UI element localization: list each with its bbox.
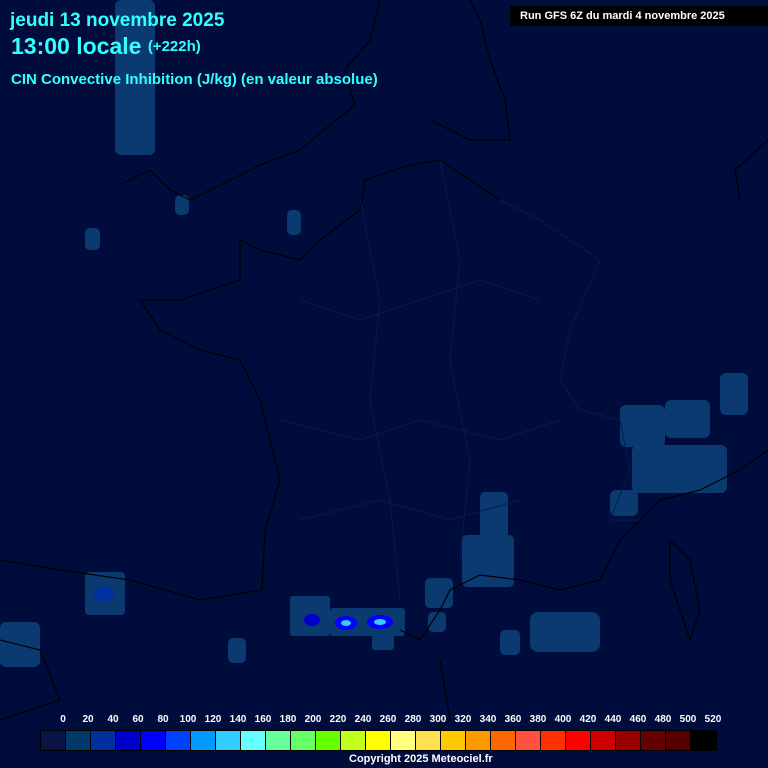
forecast-time: 13:00 locale (+222h) <box>11 33 201 60</box>
legend-swatch <box>591 731 616 750</box>
legend-swatch <box>541 731 566 750</box>
copyright: Copyright 2025 Meteociel.fr <box>349 753 493 765</box>
legend-label: 300 <box>429 714 447 725</box>
legend-swatch <box>566 731 591 750</box>
local-time: 13:00 locale <box>11 33 142 59</box>
legend-label: 440 <box>604 714 622 725</box>
cin-areas <box>0 0 748 667</box>
legend-swatch <box>416 731 441 750</box>
legend-label: 80 <box>157 714 169 725</box>
legend-label: 200 <box>304 714 322 725</box>
legend-swatch <box>641 731 666 750</box>
legend-label: 100 <box>179 714 197 725</box>
legend-label: 20 <box>82 714 94 725</box>
legend-swatch <box>666 731 691 750</box>
parameter-title: CIN Convective Inhibition (J/kg) (en val… <box>11 71 378 88</box>
legend-label: 420 <box>579 714 597 725</box>
legend-label: 280 <box>404 714 422 725</box>
legend-label: 120 <box>204 714 222 725</box>
legend-swatch <box>41 731 66 750</box>
legend-label: 500 <box>679 714 697 725</box>
legend-swatch <box>216 731 241 750</box>
legend-label: 40 <box>107 714 119 725</box>
color-legend <box>40 730 717 751</box>
legend-swatch <box>341 731 366 750</box>
legend-swatch <box>516 731 541 750</box>
legend-swatch <box>116 731 141 750</box>
legend-label: 220 <box>329 714 347 725</box>
forecast-date: jeudi 13 novembre 2025 <box>10 10 225 31</box>
legend-label: 60 <box>132 714 144 725</box>
borders <box>279 159 640 601</box>
legend-label: 460 <box>629 714 647 725</box>
legend-swatch <box>241 731 266 750</box>
legend-label: 240 <box>354 714 372 725</box>
legend-swatch <box>166 731 191 750</box>
legend-swatch <box>391 731 416 750</box>
legend-labels: 0 20 40 60 80 100 120 140 160 180 200 220 240 260 280 3… <box>40 714 722 726</box>
legend-swatch <box>466 731 491 750</box>
legend-swatch <box>491 731 516 750</box>
legend-label: 320 <box>454 714 472 725</box>
legend-swatch <box>291 731 316 750</box>
legend-label: 160 <box>254 714 272 725</box>
forecast-offset: (+222h) <box>147 38 201 55</box>
legend-swatch <box>91 731 116 750</box>
legend-label: 520 <box>704 714 722 725</box>
legend-swatch <box>691 731 716 750</box>
model-run-label: Run GFS 6Z du mardi 4 novembre 2025 <box>510 6 768 26</box>
legend-label: 140 <box>229 714 247 725</box>
weather-map: jeudi 13 novembre 2025 13:00 locale (+22… <box>0 0 768 768</box>
legend-label: 0 <box>60 714 66 725</box>
legend-swatch <box>616 731 641 750</box>
legend-swatch <box>141 731 166 750</box>
legend-label: 340 <box>479 714 497 725</box>
legend-swatch <box>316 731 341 750</box>
legend-label: 360 <box>504 714 522 725</box>
legend-label: 180 <box>279 714 297 725</box>
legend-label: 480 <box>654 714 672 725</box>
legend-swatch <box>191 731 216 750</box>
legend-swatch <box>441 731 466 750</box>
legend-swatch <box>66 731 91 750</box>
legend-swatch <box>366 731 391 750</box>
legend-label: 380 <box>529 714 547 725</box>
map-canvas <box>0 0 768 768</box>
legend-label: 260 <box>379 714 397 725</box>
legend-label: 400 <box>554 714 572 725</box>
legend-swatch <box>266 731 291 750</box>
